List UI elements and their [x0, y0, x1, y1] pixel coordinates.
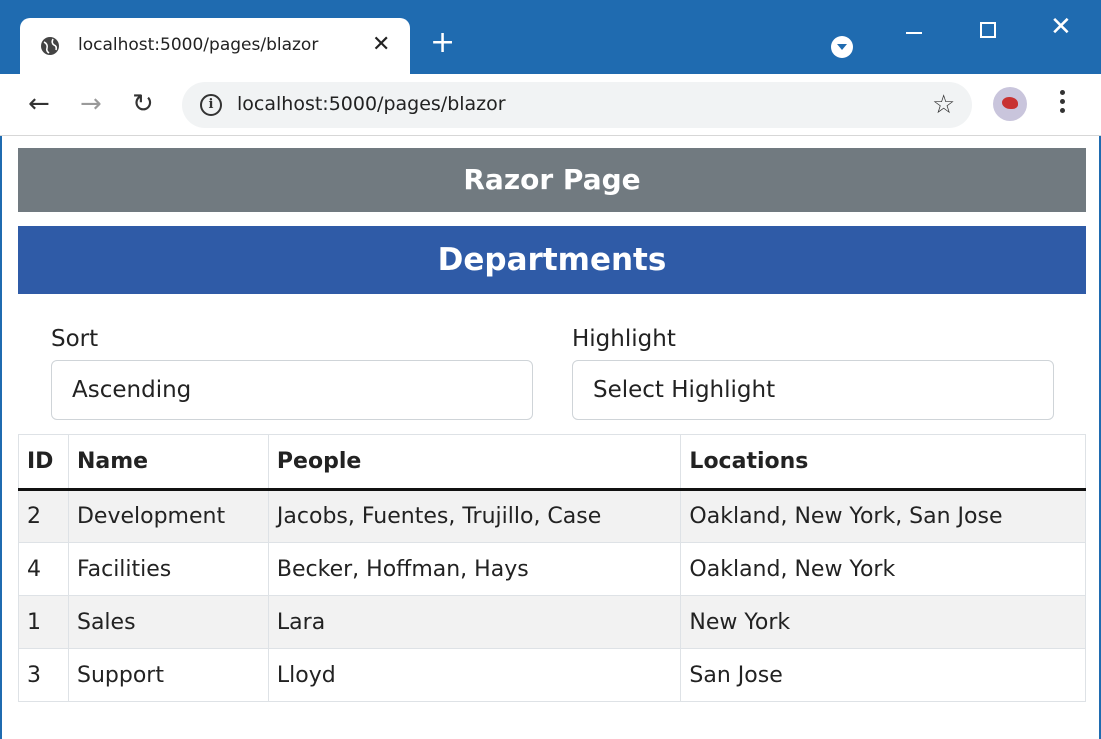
cell-people: Lara [267, 595, 682, 649]
bird-icon [1002, 97, 1018, 109]
reload-icon[interactable]: ↻ [132, 91, 154, 117]
cell-locations: Oakland, New York [680, 542, 1086, 596]
header-people: People [267, 434, 682, 491]
more-menu-icon[interactable] [1060, 90, 1066, 118]
table-row: 1 Sales Lara New York [18, 595, 1086, 649]
maximize-icon[interactable] [980, 22, 996, 38]
table-header-row: ID Name People Locations [18, 434, 1086, 491]
cell-locations: New York [680, 595, 1086, 649]
cell-name: Sales [67, 595, 269, 649]
header-locations: Locations [680, 434, 1086, 491]
cell-people: Becker, Hoffman, Hays [267, 542, 682, 596]
minimize-icon[interactable] [906, 32, 922, 34]
new-tab-icon[interactable]: + [430, 28, 455, 58]
tab-close-icon[interactable]: ✕ [372, 32, 390, 57]
browser-tab[interactable]: localhost:5000/pages/blazor ✕ [20, 18, 410, 74]
forward-arrow-icon[interactable]: → [80, 91, 102, 117]
browser-titlebar: localhost:5000/pages/blazor ✕ + ✕ [0, 0, 1101, 74]
profile-avatar[interactable] [993, 87, 1027, 121]
page-title: Departments [18, 226, 1086, 294]
cell-id: 1 [18, 595, 69, 649]
url-text[interactable]: localhost:5000/pages/blazor [237, 93, 506, 115]
table-row: 2 Development Jacobs, Fuentes, Trujillo,… [18, 489, 1086, 543]
cell-locations: Oakland, New York, San Jose [680, 489, 1086, 543]
table-row: 3 Support Lloyd San Jose [18, 648, 1086, 702]
departments-table: ID Name People Locations 2 Development J… [18, 434, 1086, 702]
sort-label: Sort [51, 326, 99, 352]
sort-select-value: Ascending [72, 377, 192, 403]
highlight-select-value: Select Highlight [593, 377, 776, 403]
cell-name: Development [67, 489, 269, 543]
highlight-label: Highlight [572, 326, 676, 352]
header-id: ID [18, 434, 69, 491]
back-arrow-icon[interactable]: ← [28, 91, 50, 117]
browser-toolbar: ← → ↻ i localhost:5000/pages/blazor ☆ [0, 74, 1101, 136]
sort-select[interactable]: Ascending [51, 360, 533, 420]
globe-icon [41, 37, 59, 55]
cell-people: Lloyd [267, 648, 682, 702]
header-name: Name [67, 434, 269, 491]
info-icon[interactable]: i [200, 94, 222, 116]
highlight-select[interactable]: Select Highlight [572, 360, 1054, 420]
cell-id: 4 [18, 542, 69, 596]
window-border-left [0, 136, 2, 739]
cell-people: Jacobs, Fuentes, Trujillo, Case [267, 489, 682, 543]
window-close-icon[interactable]: ✕ [1050, 12, 1072, 42]
razor-page-header: Razor Page [18, 148, 1086, 212]
tab-title: localhost:5000/pages/blazor [78, 35, 319, 55]
cell-id: 2 [18, 489, 69, 543]
profile-dropdown-icon[interactable] [831, 36, 853, 58]
table-row: 4 Facilities Becker, Hoffman, Hays Oakla… [18, 542, 1086, 596]
cell-name: Facilities [67, 542, 269, 596]
bookmark-star-icon[interactable]: ☆ [932, 90, 955, 120]
address-bar[interactable]: i localhost:5000/pages/blazor ☆ [182, 82, 972, 128]
cell-locations: San Jose [680, 648, 1086, 702]
cell-name: Support [67, 648, 269, 702]
cell-id: 3 [18, 648, 69, 702]
